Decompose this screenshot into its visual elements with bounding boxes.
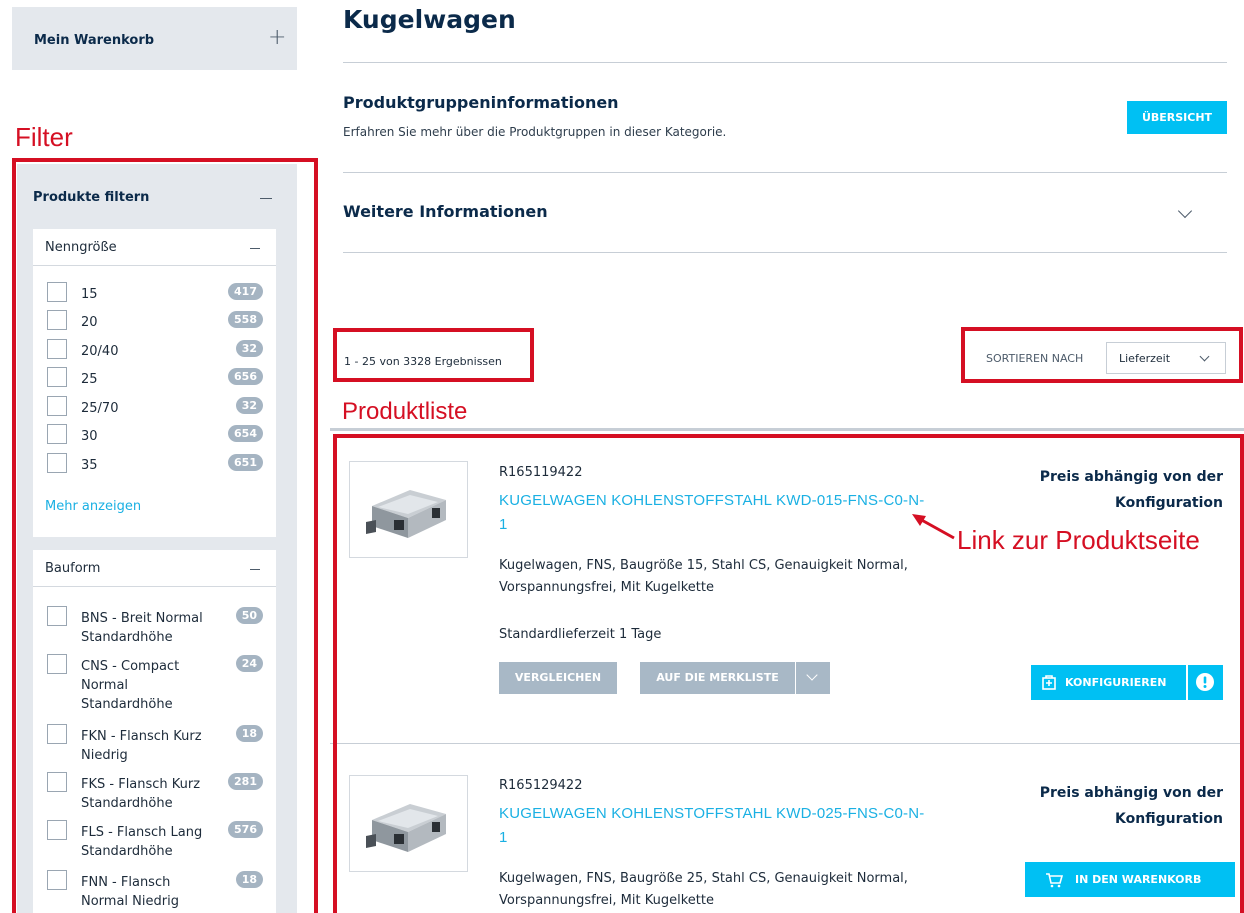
divider: [330, 428, 1244, 431]
group-info-description: Erfahren Sie mehr über die Produktgruppe…: [343, 125, 727, 139]
page-title: Kugelwagen: [343, 5, 516, 34]
overview-button[interactable]: ÜBERSICHT: [1127, 101, 1227, 134]
divider: [343, 62, 1227, 63]
annotation-box-filter: [12, 158, 318, 913]
annotation-box-sort: [961, 327, 1243, 383]
divider: [343, 172, 1227, 173]
cart-title: Mein Warenkorb: [34, 33, 155, 48]
chevron-down-icon[interactable]: [1177, 203, 1193, 219]
more-info-title[interactable]: Weitere Informationen: [343, 202, 548, 221]
annotation-box-results: [333, 328, 534, 382]
expand-plus-icon[interactable]: +: [268, 27, 286, 49]
group-info-title: Produktgruppeninformationen: [343, 93, 619, 112]
cart-panel[interactable]: Mein Warenkorb +: [12, 7, 297, 70]
annotation-product-list: Produktliste: [342, 398, 468, 425]
divider: [343, 252, 1227, 253]
annotation-filter: Filter: [15, 122, 73, 152]
annotation-box-product-list: [333, 434, 1244, 913]
